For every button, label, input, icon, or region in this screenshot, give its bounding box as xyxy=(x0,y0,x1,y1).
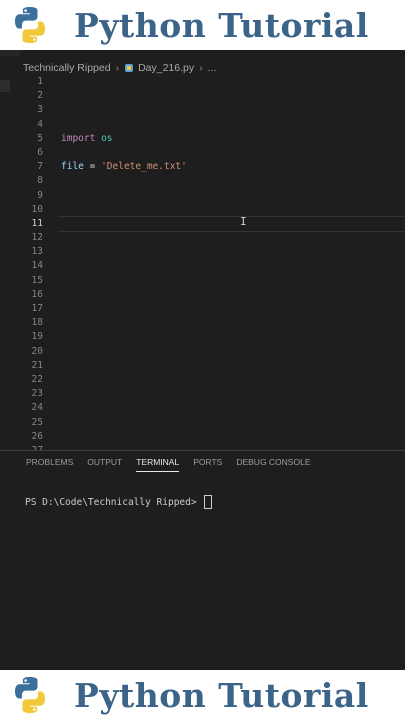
line-number: 19 xyxy=(31,331,43,343)
line-number: 4 xyxy=(37,118,43,130)
tab-debug-console[interactable]: DEBUG CONSOLE xyxy=(236,457,310,472)
bottom-banner: Python Tutorial xyxy=(0,670,405,720)
line-number: 13 xyxy=(31,246,43,258)
python-logo-icon xyxy=(15,7,45,43)
terminal-prompt: PS D:\Code\Technically Ripped> xyxy=(25,496,203,508)
line-number-gutter: 1 2 3 4 5 6 7 8 9 10 11 12 13 14 15 16 17 18 19 20 21 22 23 24 2… xyxy=(0,75,45,458)
ibeam-cursor-icon: I xyxy=(240,215,247,228)
active-tab-background xyxy=(20,50,405,56)
breadcrumb-more[interactable]: ... xyxy=(208,62,217,74)
tab-terminal[interactable]: TERMINAL xyxy=(136,457,180,472)
banner-title: Python Tutorial xyxy=(74,675,369,715)
top-banner: Python Tutorial xyxy=(0,0,405,50)
line-number: 23 xyxy=(31,388,43,400)
operator-token: = xyxy=(83,161,102,173)
terminal-output[interactable]: PS D:\Code\Technically Ripped> xyxy=(25,495,213,509)
line-number: 16 xyxy=(31,288,43,300)
string-token: 'Delete_me.txt' xyxy=(101,161,187,173)
chevron-right-icon: › xyxy=(115,62,120,74)
tab-ports[interactable]: PORTS xyxy=(193,457,222,472)
line-number: 26 xyxy=(31,430,43,442)
line-number: 9 xyxy=(37,189,43,201)
code-content[interactable]: import os file = 'Delete_me.txt' xyxy=(61,75,401,174)
panel-tab-bar: PROBLEMS OUTPUT TERMINAL PORTS DEBUG CONSOLE xyxy=(26,457,324,472)
tab-strip xyxy=(0,50,405,56)
code-line-import: import os xyxy=(61,132,401,146)
line-number: 1 xyxy=(37,76,43,87)
keyword-token: import xyxy=(61,132,96,144)
banner-title: Python Tutorial xyxy=(74,5,369,45)
code-line-assignment: file = 'Delete_me.txt' xyxy=(61,160,401,174)
chevron-right-icon: › xyxy=(199,62,203,74)
tab-problems[interactable]: PROBLEMS xyxy=(26,457,73,472)
python-logo-icon xyxy=(15,677,45,713)
variable-token: file xyxy=(61,161,84,173)
line-number: 21 xyxy=(31,359,43,371)
line-number: 18 xyxy=(31,317,43,329)
python-file-icon xyxy=(125,64,134,72)
line-number: 12 xyxy=(31,232,43,244)
line-number: 20 xyxy=(31,345,43,357)
line-number: 5 xyxy=(37,132,43,144)
line-number: 8 xyxy=(37,175,43,187)
bottom-panel: PROBLEMS OUTPUT TERMINAL PORTS DEBUG CONSOLE… xyxy=(0,450,405,671)
line-number: 14 xyxy=(31,260,43,272)
line-number: 3 xyxy=(37,104,43,116)
breadcrumb-folder[interactable]: Technically Ripped xyxy=(23,62,111,74)
line-number: 24 xyxy=(31,402,43,414)
line-number: 17 xyxy=(31,303,43,314)
current-line-highlight xyxy=(58,216,405,232)
breadcrumb-file[interactable]: Day_216.py xyxy=(138,62,194,74)
line-number: 6 xyxy=(37,146,43,158)
line-number: 22 xyxy=(31,373,43,385)
code-editor[interactable]: Technically Ripped › Day_216.py › ... 12… xyxy=(0,50,405,456)
line-number: 11 xyxy=(31,217,43,229)
breadcrumb: Technically Ripped › Day_216.py › ... xyxy=(23,60,216,76)
line-number: 10 xyxy=(31,203,43,215)
tab-output[interactable]: OUTPUT xyxy=(87,457,122,472)
line-number: 25 xyxy=(31,416,43,428)
line-number: 2 xyxy=(37,90,43,102)
line-number: 15 xyxy=(31,274,43,286)
module-token: os xyxy=(101,132,113,144)
line-number: 7 xyxy=(37,161,43,173)
terminal-cursor-icon xyxy=(204,495,213,509)
